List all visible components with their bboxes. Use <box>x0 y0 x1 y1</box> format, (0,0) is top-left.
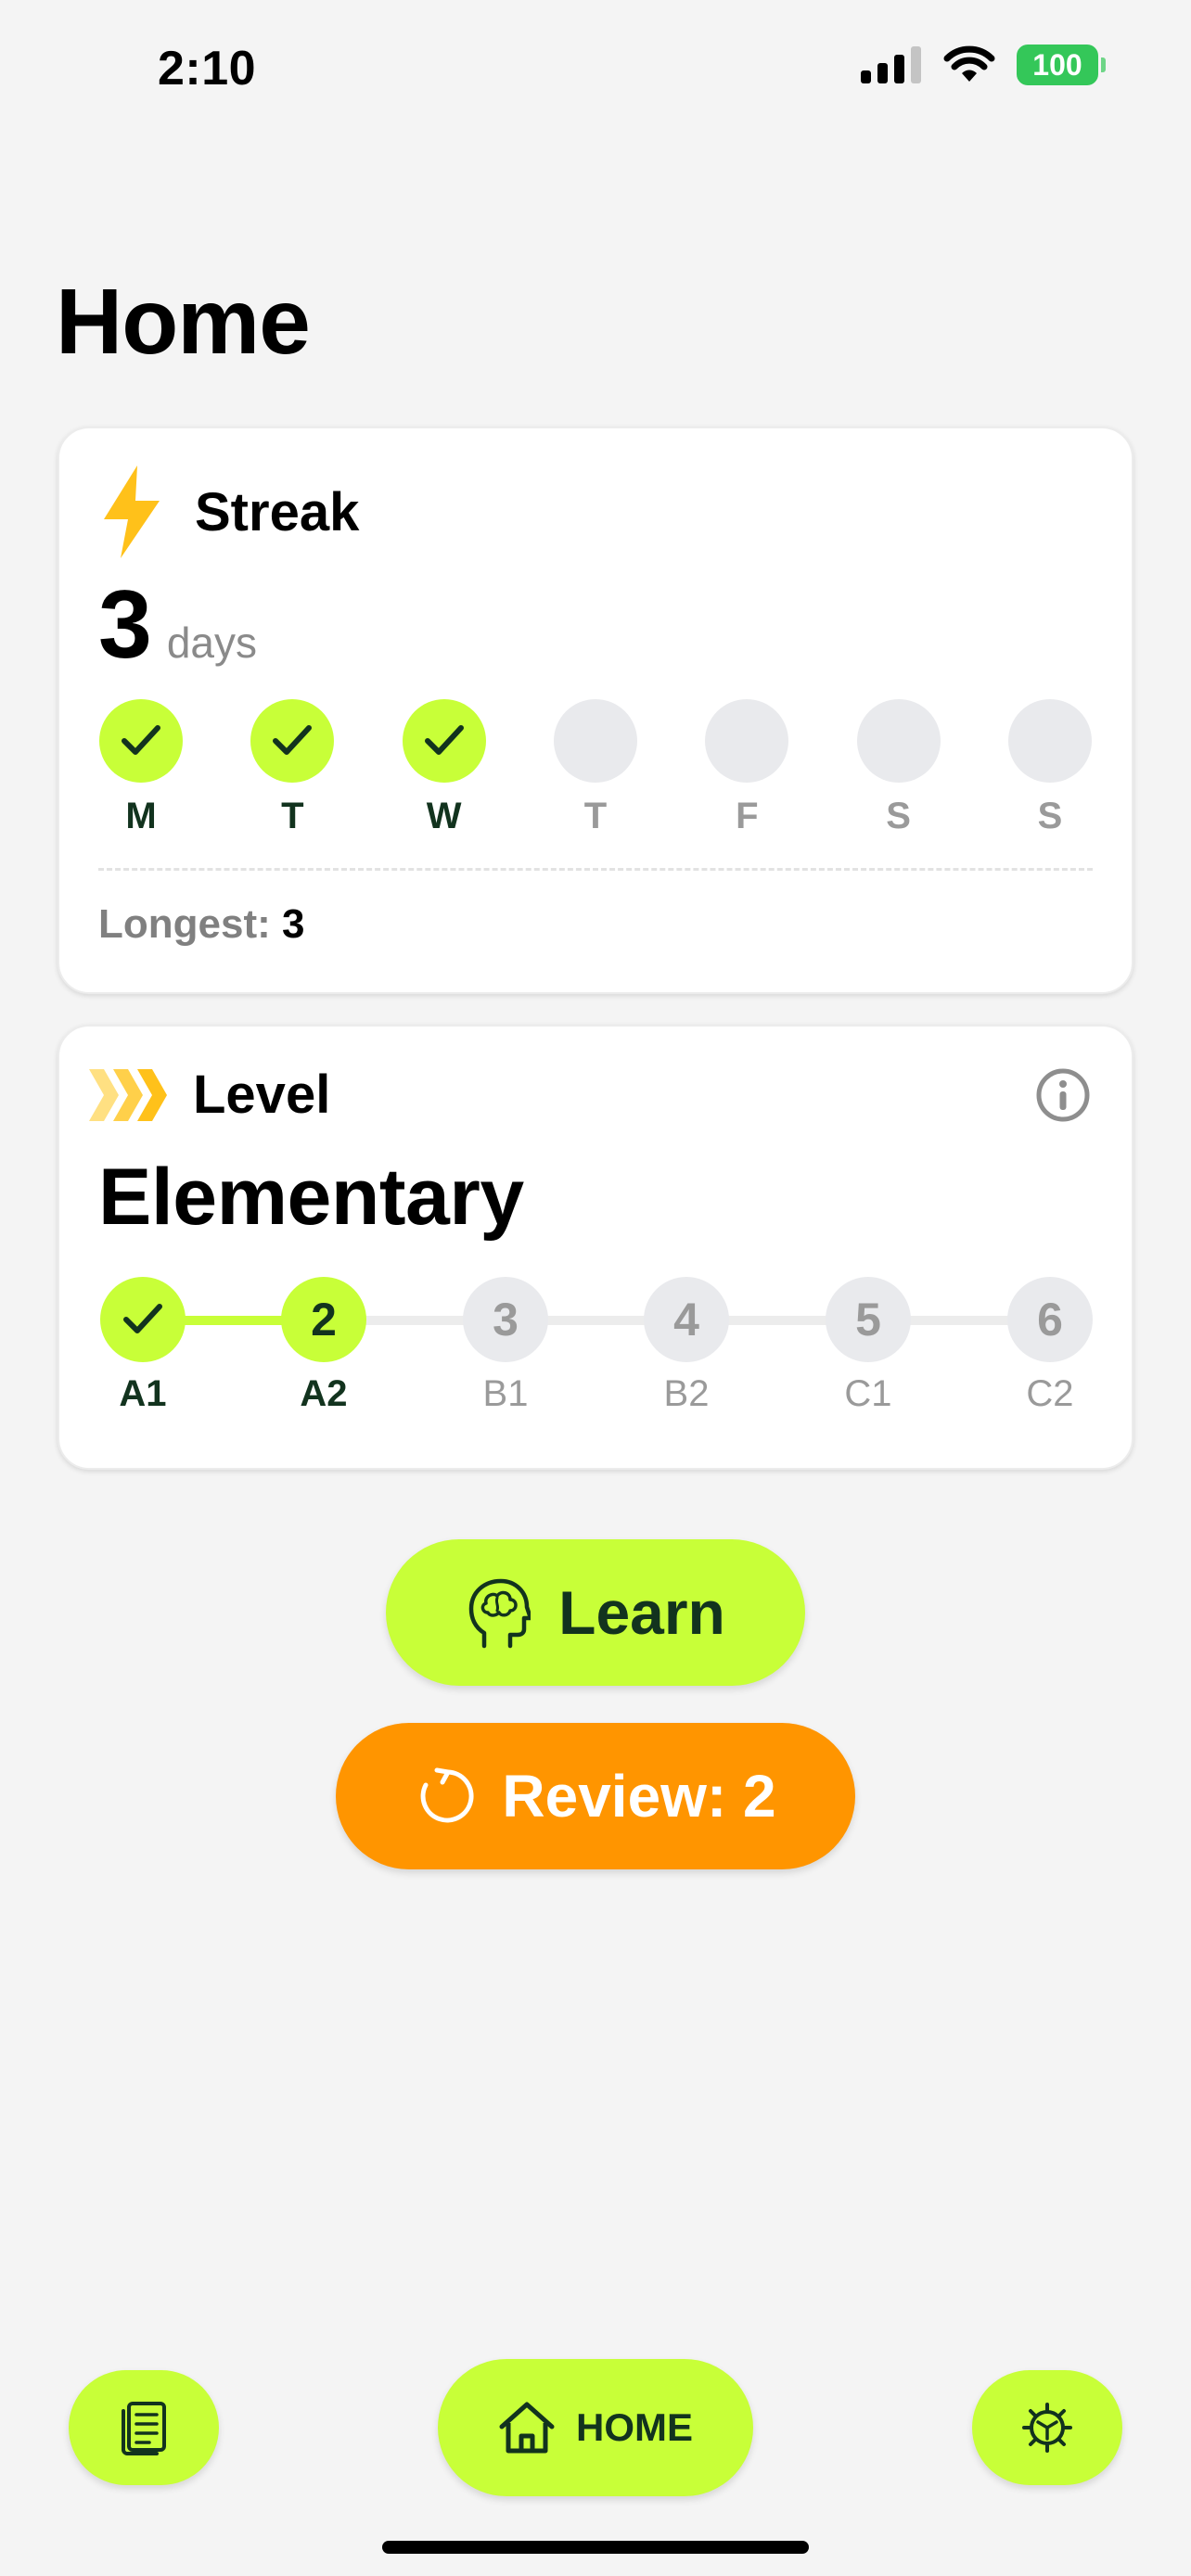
day-circle <box>553 699 637 783</box>
day-sunday: S <box>1007 699 1093 837</box>
day-letter: F <box>736 796 759 836</box>
nav-settings-button[interactable] <box>972 2370 1122 2485</box>
level-stepper: A1 2 A2 3 B1 4 B2 5 C1 6 C2 <box>100 1277 1093 1462</box>
day-letter: S <box>1037 796 1063 836</box>
nav-home-button[interactable]: HOME <box>438 2359 753 2496</box>
day-circle <box>705 699 789 783</box>
lightning-icon <box>104 465 160 558</box>
check-icon <box>123 1304 162 1333</box>
level-step-code: B2 <box>663 1373 710 1414</box>
nav-home-label: HOME <box>576 2405 693 2449</box>
level-step-c1: 5 C1 <box>826 1277 911 1415</box>
level-step-number: 6 <box>1007 1277 1093 1362</box>
level-step-a1: A1 <box>100 1277 186 1415</box>
home-screen: 2:10 100 Home Streak 3 days M T W T F S … <box>0 0 1191 2576</box>
streak-count-unit: days <box>166 618 258 667</box>
day-circle <box>99 699 183 783</box>
chevrons-icon <box>89 1068 167 1121</box>
day-letter: M <box>125 796 157 836</box>
brain-head-icon <box>468 1578 531 1649</box>
longest-streak-value: 3 <box>282 901 305 947</box>
level-step-number: 5 <box>826 1277 911 1362</box>
refresh-icon <box>420 1767 474 1823</box>
day-letter: W <box>426 796 462 836</box>
battery-indicator: 100 <box>1017 45 1106 85</box>
home-indicator <box>382 2541 809 2554</box>
day-monday: M <box>98 699 184 837</box>
level-step-number: 2 <box>281 1277 366 1362</box>
level-step-number: 4 <box>644 1277 729 1362</box>
review-button-label: Review: 2 <box>502 1763 776 1830</box>
nav-notes-button[interactable] <box>69 2370 219 2485</box>
page-title: Home <box>56 270 311 374</box>
level-step-b1: 3 B1 <box>463 1277 548 1415</box>
day-circle <box>402 699 486 783</box>
wifi-icon <box>943 45 995 82</box>
day-thursday: T <box>553 699 638 837</box>
level-step-code: A1 <box>119 1373 167 1414</box>
level-name: Elementary <box>98 1153 524 1242</box>
notes-icon <box>122 2402 166 2455</box>
day-tuesday: T <box>250 699 335 837</box>
level-step-number: 3 <box>463 1277 548 1362</box>
status-time: 2:10 <box>158 42 257 96</box>
signal-icon <box>861 46 921 83</box>
day-letter: T <box>583 796 608 836</box>
info-icon[interactable] <box>1035 1067 1091 1123</box>
day-friday: F <box>704 699 789 837</box>
streak-card: Streak 3 days M T W T F S S Longest: 3 <box>58 427 1133 994</box>
learn-button-label: Learn <box>558 1578 725 1647</box>
day-circle <box>856 699 941 783</box>
week-tracker: M T W T F S S <box>98 699 1093 837</box>
day-letter: T <box>281 796 304 836</box>
status-icons: 100 <box>861 45 1106 85</box>
streak-count: 3 days <box>98 577 257 673</box>
longest-streak: Longest: 3 <box>98 901 304 948</box>
level-step-code: A2 <box>300 1373 348 1414</box>
level-step-code: C1 <box>844 1373 892 1414</box>
gear-icon <box>1022 2403 1072 2453</box>
learn-button[interactable]: Learn <box>386 1539 805 1686</box>
streak-label: Streak <box>195 481 360 542</box>
day-wednesday: W <box>402 699 487 837</box>
home-icon <box>499 2402 555 2454</box>
level-step-code: B1 <box>482 1373 529 1414</box>
level-header: Level <box>89 1064 330 1126</box>
review-button[interactable]: Review: 2 <box>336 1723 855 1869</box>
day-circle <box>1007 699 1092 783</box>
level-step-code: C2 <box>1026 1373 1074 1414</box>
day-letter: S <box>886 796 911 836</box>
streak-count-value: 3 <box>98 571 152 679</box>
level-step-a2: 2 A2 <box>281 1277 366 1415</box>
day-saturday: S <box>856 699 941 837</box>
check-icon <box>273 725 313 755</box>
streak-divider <box>98 868 1093 871</box>
check-icon <box>122 725 160 755</box>
check-icon <box>424 725 464 755</box>
level-step-circle <box>100 1277 186 1362</box>
longest-streak-label: Longest: <box>98 901 271 947</box>
level-label: Level <box>193 1065 331 1125</box>
streak-header: Streak <box>98 465 359 558</box>
level-step-c2: 6 C2 <box>1007 1277 1093 1415</box>
day-circle <box>250 699 335 783</box>
level-step-b2: 4 B2 <box>644 1277 729 1415</box>
level-card: Level Elementary A1 2 A2 3 B1 4 B2 5 C1 … <box>58 1025 1133 1470</box>
